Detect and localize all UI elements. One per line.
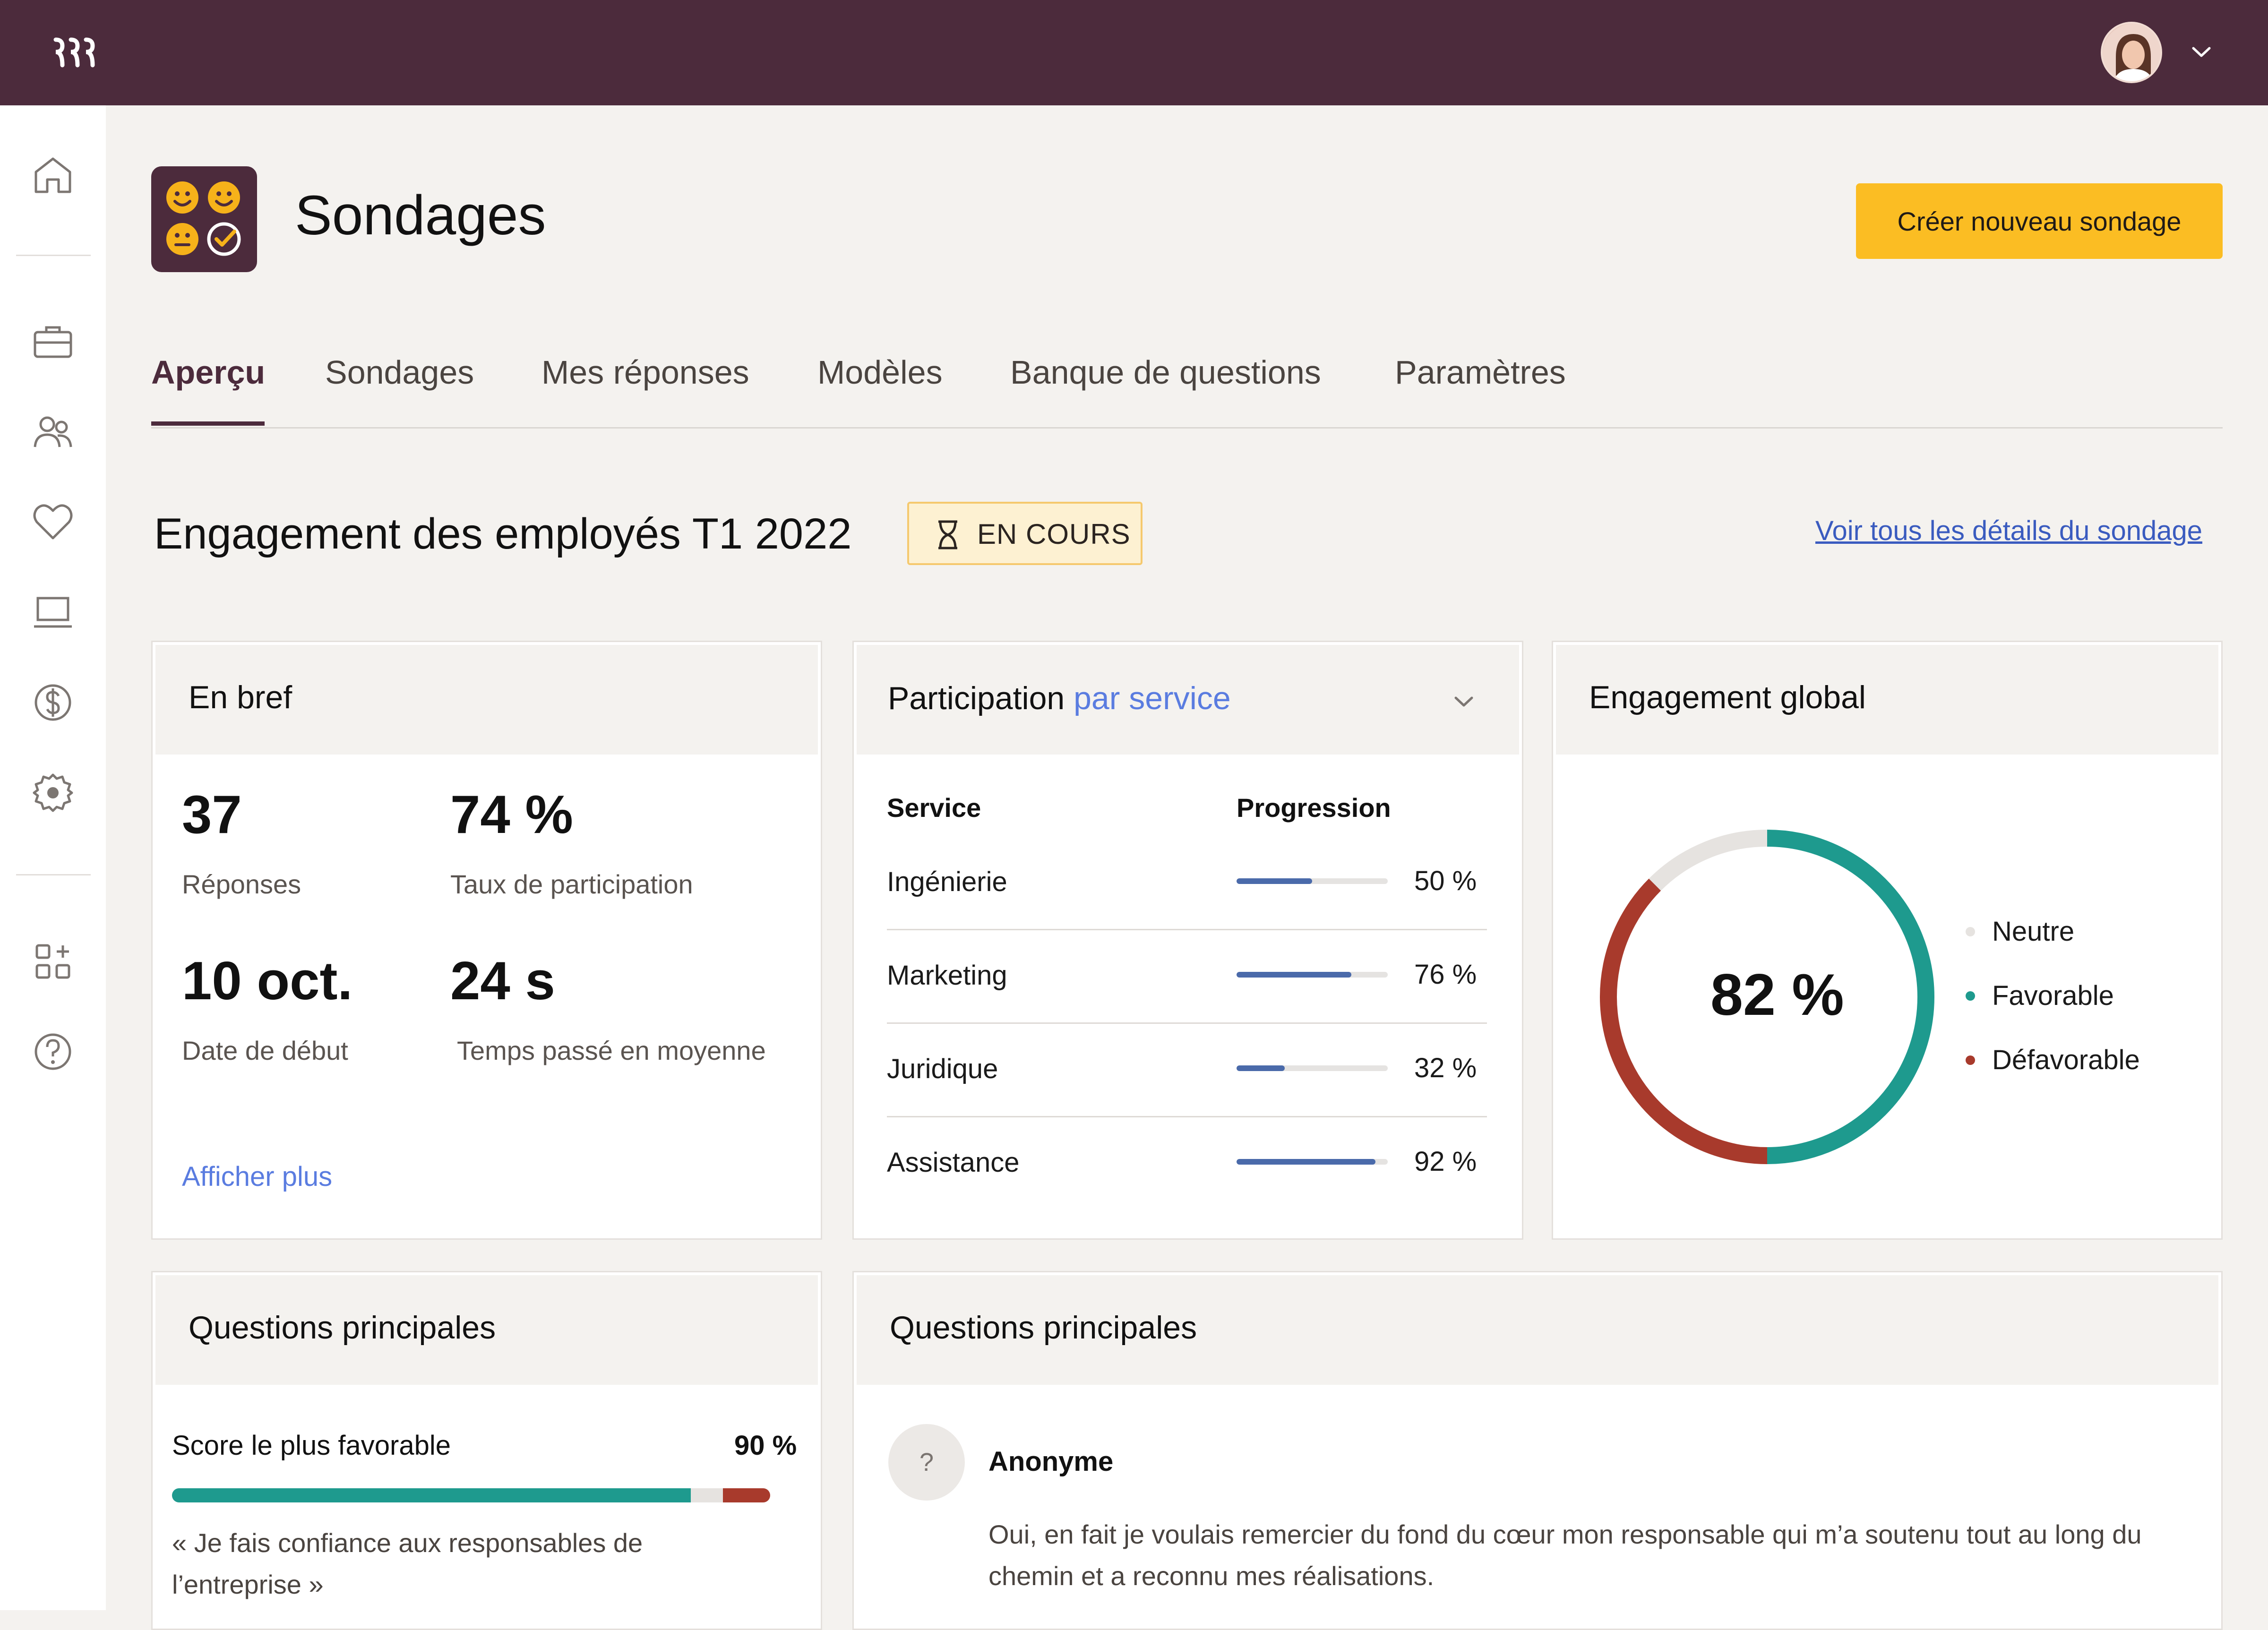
table-row: Ingénierie 50 %: [887, 837, 1487, 930]
summary-card: En bref 37 Réponses 74 % Taux de partici…: [151, 641, 822, 1240]
participation-card: Participation par service Service Progre…: [852, 641, 1523, 1240]
card-header: Engagement global: [1556, 645, 2218, 755]
table-row: Assistance 92 %: [887, 1117, 1487, 1211]
chevron-down-icon[interactable]: [2190, 43, 2213, 61]
chevron-down-icon[interactable]: [1452, 692, 1476, 711]
legend-dot: [1966, 991, 1975, 1001]
sidebar-divider: [16, 874, 91, 875]
group-by-selector[interactable]: par service: [1074, 680, 1231, 716]
card-header: Participation par service: [857, 645, 1519, 755]
tab-modeles[interactable]: Modèles: [817, 345, 943, 427]
avatar[interactable]: [2101, 22, 2162, 83]
score-bar-favorable: [172, 1488, 691, 1502]
help-icon[interactable]: [29, 1028, 77, 1075]
anonymous-avatar: ?: [888, 1424, 965, 1501]
legend-label: Neutre: [1992, 916, 2075, 947]
progress-percent: 92 %: [1414, 1146, 1477, 1177]
score-bar-defavorable: [722, 1488, 770, 1502]
score-bar-neutre: [690, 1488, 723, 1502]
legend-item-neutre: Neutre: [1966, 916, 2075, 947]
question-score-label: Score le plus favorable: [172, 1430, 451, 1461]
heart-icon[interactable]: [29, 498, 77, 546]
participation-label: Taux de participation: [450, 869, 693, 899]
show-more-link[interactable]: Afficher plus: [182, 1161, 332, 1192]
gear-icon[interactable]: [29, 769, 77, 816]
card-title-main: Participation: [888, 680, 1065, 716]
home-icon[interactable]: [29, 151, 77, 198]
progress-percent: 32 %: [1414, 1053, 1477, 1083]
progress-bar: [1237, 1065, 1388, 1071]
progress-bar: [1237, 878, 1388, 884]
page-title: Sondages: [295, 184, 546, 247]
comment-author: Anonyme: [988, 1446, 1114, 1477]
card-header: Questions principales: [155, 1275, 818, 1385]
card-title: En bref: [189, 679, 292, 715]
responses-value: 37: [182, 785, 242, 845]
status-badge: EN COURS: [907, 502, 1143, 565]
card-header: En bref: [155, 645, 818, 755]
legend-item-favorable: Favorable: [1966, 980, 2114, 1012]
donut-center-label: 82 %: [1710, 962, 1844, 1028]
participation-value: 74 %: [450, 785, 573, 845]
question-score-percent: 90 %: [734, 1430, 797, 1461]
card-title: Questions principales: [189, 1310, 496, 1346]
legend-dot: [1966, 927, 1975, 936]
legend-dot: [1966, 1055, 1975, 1065]
column-header-service: Service: [887, 793, 981, 823]
card-title: Engagement global: [1589, 679, 1866, 715]
sidebar-divider: [16, 255, 91, 256]
start-date-label: Date de début: [182, 1036, 348, 1065]
sidebar: [0, 105, 106, 1610]
tab-bar: Aperçu Sondages Mes réponses Modèles Ban…: [151, 345, 2223, 429]
view-survey-details-link[interactable]: Voir tous les détails du sondage: [1815, 515, 2202, 547]
progress-bar: [1237, 972, 1388, 978]
service-name: Assistance: [887, 1147, 1020, 1178]
tab-banque-de-questions[interactable]: Banque de questions: [1010, 345, 1321, 427]
hourglass-icon: [938, 520, 957, 549]
tab-sondages[interactable]: Sondages: [325, 345, 474, 427]
laptop-icon[interactable]: [29, 589, 77, 636]
column-header-progress: Progression: [1237, 793, 1391, 823]
apps-add-icon[interactable]: [29, 938, 77, 985]
rippling-logo[interactable]: [52, 36, 99, 69]
table-row: Marketing 76 %: [887, 930, 1487, 1024]
question-quote: « Je fais confiance aux responsables de …: [172, 1528, 643, 1599]
service-name: Juridique: [887, 1054, 998, 1084]
active-tab-indicator: [151, 421, 265, 426]
tab-parametres[interactable]: Paramètres: [1395, 345, 1566, 427]
status-label: EN COURS: [977, 518, 1131, 550]
progress-fill: [1237, 1159, 1376, 1165]
comment-text: Oui, en fait je voulais remercier du fon…: [988, 1519, 2142, 1591]
people-icon[interactable]: [29, 408, 77, 455]
create-survey-button[interactable]: Créer nouveau sondage: [1856, 183, 2223, 259]
score-bar: [172, 1488, 770, 1502]
service-name: Ingénierie: [887, 866, 1007, 897]
card-header: Questions principales: [857, 1275, 2218, 1385]
avg-time-label: Temps passé en moyenne: [457, 1036, 766, 1065]
top-bar: [0, 0, 2268, 105]
progress-fill: [1237, 878, 1312, 884]
tab-mes-reponses[interactable]: Mes réponses: [541, 345, 749, 427]
briefcase-icon[interactable]: [29, 318, 77, 365]
donut-segment-neutre: [1649, 830, 1768, 891]
card-title: Questions principales: [890, 1310, 1197, 1346]
progress-percent: 76 %: [1414, 959, 1477, 990]
progress-bar: [1237, 1159, 1388, 1165]
progress-fill: [1237, 1065, 1285, 1071]
progress-percent: 50 %: [1414, 866, 1477, 896]
responses-label: Réponses: [182, 869, 301, 899]
service-name: Marketing: [887, 960, 1007, 991]
card-title: Participation par service: [888, 680, 1231, 717]
legend-label: Favorable: [1992, 980, 2114, 1011]
dollar-icon[interactable]: [29, 679, 77, 726]
start-date-value: 10 oct.: [182, 951, 353, 1011]
surveys-app-icon: [151, 166, 257, 272]
legend-item-defavorable: Défavorable: [1966, 1044, 2140, 1076]
tab-apercu[interactable]: Aperçu: [151, 345, 265, 427]
table-row: Juridique 32 %: [887, 1024, 1487, 1117]
progress-fill: [1237, 972, 1352, 978]
legend-label: Défavorable: [1992, 1045, 2140, 1075]
survey-title: Engagement des employés T1 2022: [154, 510, 852, 558]
avg-time-value: 24 s: [450, 951, 555, 1011]
